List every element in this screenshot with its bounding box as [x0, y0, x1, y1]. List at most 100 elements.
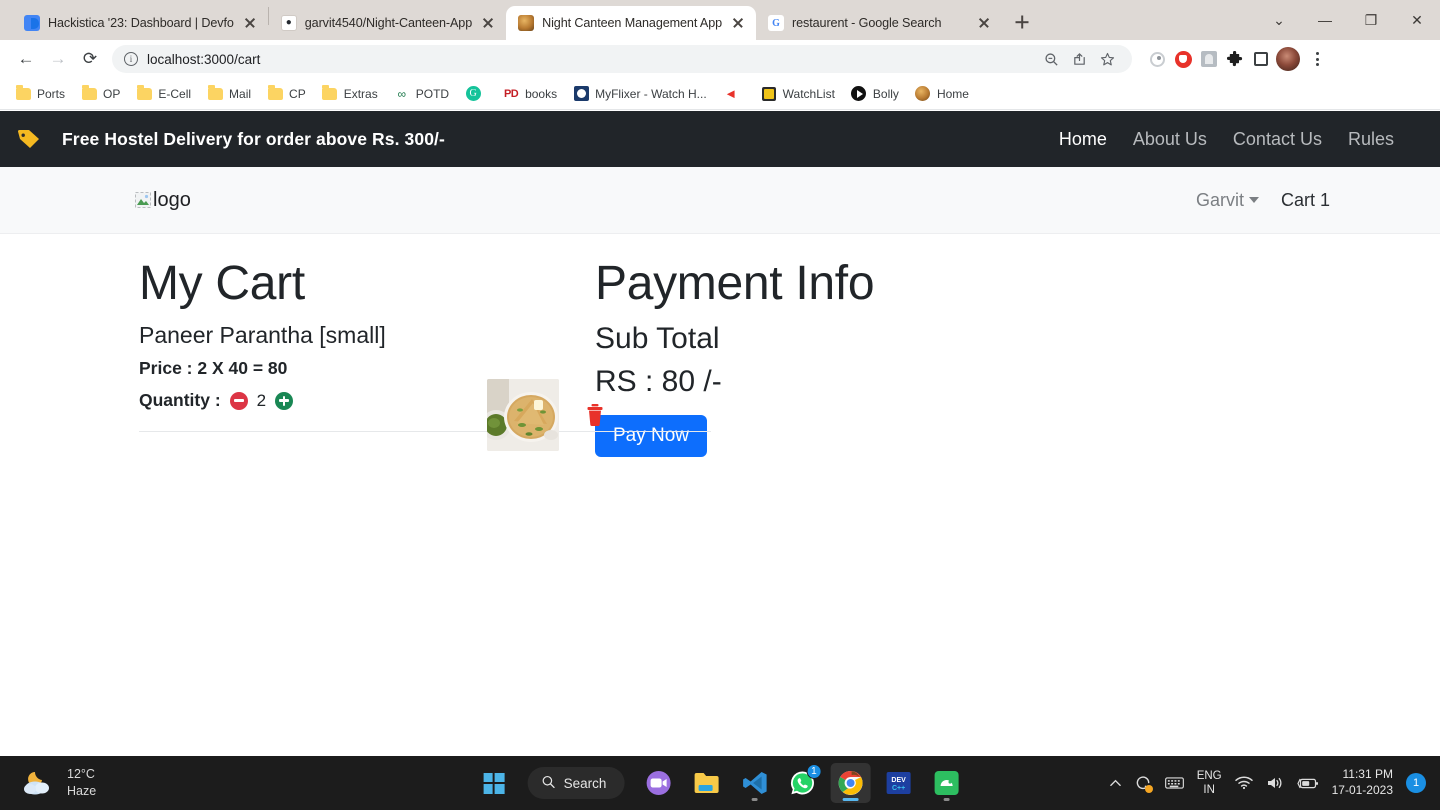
gray-extension-icon[interactable]	[1198, 48, 1220, 70]
whatsapp-badge: 1	[806, 764, 822, 779]
zoom-icon[interactable]	[1038, 46, 1064, 72]
devfolio-icon	[24, 15, 40, 31]
broken-image-icon	[135, 192, 151, 208]
minimize-icon[interactable]: —	[1302, 2, 1348, 38]
google-icon: G	[768, 15, 785, 31]
bookmark-myflixer[interactable]: MyFlixer - Watch H...	[566, 83, 714, 105]
extension-ring-icon[interactable]	[1146, 48, 1168, 70]
close-icon[interactable]	[480, 15, 496, 31]
new-tab-button[interactable]	[1008, 8, 1036, 36]
bookmark-ecell[interactable]: E-Cell	[129, 83, 198, 105]
start-button[interactable]	[474, 763, 514, 803]
whatsapp-icon[interactable]: 1	[782, 763, 822, 803]
folder-icon	[15, 85, 31, 102]
profile-avatar[interactable]	[1276, 47, 1300, 71]
cart-section: My Cart Paneer Parantha [small] Price : …	[0, 256, 711, 457]
file-explorer-icon[interactable]	[686, 763, 726, 803]
system-tray: ENG IN 11:31 PM 17-01-2023 1	[1109, 767, 1440, 798]
subtotal-label: Sub Total	[595, 322, 720, 356]
address-bar[interactable]: i localhost:3000/cart	[112, 45, 1132, 73]
bookmark-bolly[interactable]: Bolly	[844, 83, 906, 105]
forward-icon[interactable]: →	[42, 43, 74, 75]
puzzle-icon[interactable]	[1224, 48, 1246, 70]
nav-about-us[interactable]: About Us	[1133, 129, 1207, 150]
item-media	[487, 379, 605, 452]
bookmark-op[interactable]: OP	[74, 83, 127, 105]
nav-contact-us[interactable]: Contact Us	[1233, 129, 1322, 150]
nav-rules[interactable]: Rules	[1348, 129, 1394, 150]
promo-text: Free Hostel Delivery for order above Rs.…	[62, 128, 445, 149]
chrome-menu-icon[interactable]	[1304, 46, 1330, 72]
pay-now-button[interactable]: Pay Now	[595, 415, 708, 458]
keyboard-icon[interactable]	[1164, 776, 1184, 790]
wifi-icon[interactable]	[1234, 776, 1253, 790]
show-hidden-icons-chevron[interactable]	[1109, 777, 1122, 790]
browser-tab[interactable]: ● garvit4540/Night-Canteen-App	[269, 6, 506, 40]
site-logo[interactable]: logo	[135, 189, 191, 212]
region-code: IN	[1203, 784, 1215, 796]
clock-date: 17-01-2023	[1331, 783, 1393, 797]
github-icon: ●	[280, 15, 297, 31]
plus-circle-icon[interactable]	[275, 391, 294, 410]
quantity-value: 2	[256, 390, 267, 410]
omnibox-actions	[1038, 46, 1120, 72]
bookmark-label: E-Cell	[158, 86, 192, 101]
chrome-icon[interactable]	[830, 763, 871, 803]
bookmark-potd[interactable]: ∞ POTD	[387, 83, 456, 105]
close-icon[interactable]	[976, 15, 992, 31]
clock-time: 11:31 PM	[1342, 767, 1393, 782]
bookmark-red-arrow[interactable]: ◄	[716, 83, 752, 105]
bookmark-extras[interactable]: Extras	[315, 83, 385, 105]
nav-home[interactable]: Home	[1059, 129, 1107, 150]
reload-icon[interactable]: ⟳	[74, 43, 106, 75]
battery-icon[interactable]	[1296, 777, 1319, 790]
folder-icon	[81, 85, 97, 102]
side-panel-icon[interactable]	[1250, 48, 1272, 70]
share-icon[interactable]	[1066, 46, 1092, 72]
user-dropdown[interactable]: Garvit	[1196, 190, 1259, 211]
bookmark-mail[interactable]: Mail	[200, 83, 258, 105]
bookmark-cp[interactable]: CP	[260, 83, 313, 105]
bookmark-grammarly[interactable]: G	[458, 83, 494, 105]
adblock-icon[interactable]	[1172, 48, 1194, 70]
minus-circle-icon[interactable]	[229, 391, 248, 410]
bookmark-star-icon[interactable]	[1094, 46, 1120, 72]
sync-icon[interactable]	[1135, 775, 1153, 793]
header-right: Garvit Cart 1	[1196, 190, 1330, 211]
bookmark-label: POTD	[415, 86, 450, 101]
search-icon	[542, 775, 556, 792]
canteen-icon	[915, 86, 931, 102]
back-icon[interactable]: ←	[10, 43, 42, 75]
trash-icon[interactable]	[585, 403, 605, 427]
maximize-icon[interactable]: ❐	[1348, 2, 1394, 38]
dev-icon[interactable]: DEV C++	[878, 763, 918, 803]
folder-icon	[207, 85, 223, 102]
language-indicator[interactable]: ENG IN	[1197, 769, 1222, 798]
clock[interactable]: 11:31 PM 17-01-2023	[1332, 767, 1393, 798]
evernote-icon[interactable]	[926, 763, 966, 803]
browser-tab-active[interactable]: Night Canteen Management App	[506, 6, 757, 40]
vscode-icon[interactable]	[734, 763, 774, 803]
browser-tab[interactable]: G restaurent - Google Search	[756, 6, 1002, 40]
tab-title: restaurent - Google Search	[792, 16, 942, 30]
play-icon	[851, 86, 867, 102]
weather-widget[interactable]: 12°C Haze	[0, 766, 96, 800]
taskbar-search[interactable]: Search	[527, 767, 625, 799]
tab-search-icon[interactable]: ⌄	[1256, 2, 1302, 38]
cart-link[interactable]: Cart 1	[1281, 190, 1330, 211]
browser-tab[interactable]: Hackistica '23: Dashboard | Devfo	[12, 6, 268, 40]
bookmark-books[interactable]: PD books	[496, 83, 564, 105]
item-price: Price : 2 X 40 = 80	[139, 358, 288, 379]
close-icon[interactable]	[242, 15, 258, 31]
red-arrow-icon: ◄	[724, 86, 738, 101]
close-icon[interactable]	[730, 15, 746, 31]
close-window-icon[interactable]: ✕	[1394, 2, 1440, 38]
notification-badge[interactable]: 1	[1406, 773, 1426, 793]
bookmark-home[interactable]: Home	[908, 83, 976, 105]
site-info-icon[interactable]: i	[124, 52, 138, 66]
volume-icon[interactable]	[1266, 776, 1284, 790]
bookmark-watchlist[interactable]: WatchList	[754, 83, 842, 105]
bookmark-ports[interactable]: Ports	[8, 83, 72, 105]
teams-icon[interactable]	[638, 763, 678, 803]
cart-item: Paneer Parantha [small] Price : 2 X 40 =…	[139, 322, 711, 452]
